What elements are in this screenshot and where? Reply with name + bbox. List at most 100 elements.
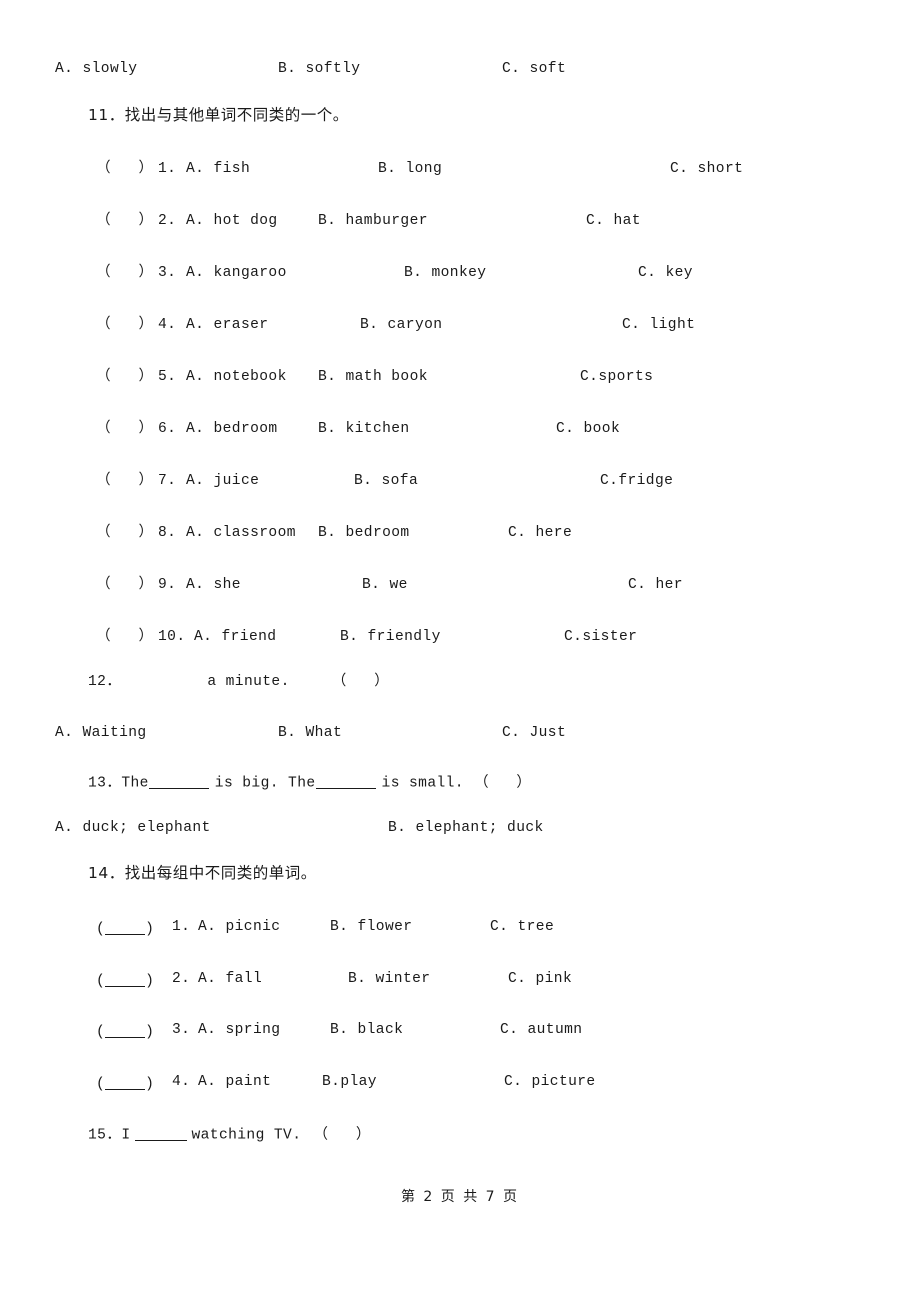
q10-option-b: B. softly [278,61,361,77]
q14-heading: 14．找出每组中不同类的单词。 [88,864,317,882]
q14-item-2-index: 2. [172,971,191,987]
q11-item-10-option-a[interactable]: A. friend [194,630,276,645]
q13-answer-paren[interactable]: （ ） [474,776,531,792]
q11-item-7-paren[interactable]: （ ） [96,474,153,489]
q14-item-2-option-b[interactable]: B. winter [348,972,430,987]
q14-item-3-option-b[interactable]: B. black [330,1023,403,1038]
q14-item-1-option-b[interactable]: B. flower [330,920,412,935]
q11-item-7-index: 7. [158,473,177,489]
q14-item-1-paren[interactable]: () [96,920,154,937]
q11-item-10-option-b[interactable]: B. friendly [340,630,441,645]
q15-stem: 15．I watching TV. （ ） [88,1126,371,1143]
q11-item-8-option-b[interactable]: B. bedroom [318,526,410,541]
q11-item-3-paren[interactable]: （ ） [96,266,153,281]
q14-item-4-answer-blank[interactable] [105,1075,146,1090]
q14-item-3-option-c[interactable]: C. autumn [500,1023,582,1038]
q13-part1: The [121,775,149,792]
q11-item-6-option-a[interactable]: A. bedroom [186,422,278,437]
q11-item-3-option-b[interactable]: B. monkey [404,266,486,281]
q12-stem: 12． a minute. （ ） [88,675,389,690]
q11-item-5-option-a[interactable]: A. notebook [186,370,287,385]
q14-item-1-option-c[interactable]: C. tree [490,920,554,935]
q13-number: 13． [88,775,122,792]
q13-option-a[interactable]: A. duck; elephant [55,821,211,836]
q11-item-2-index: 2. [158,213,177,229]
q11-item-9-option-b[interactable]: B. we [362,578,408,593]
q11-item-5-option-b[interactable]: B. math book [318,370,428,385]
q14-prompt: 找出每组中不同类的单词。 [124,864,317,882]
q13-option-b[interactable]: B. elephant; duck [388,821,544,836]
q11-item-1-option-c[interactable]: C. short [670,162,743,177]
q13-blank-2[interactable] [315,774,376,789]
q14-item-2-option-a[interactable]: A. fall [198,972,262,987]
q11-item-1-option-a[interactable]: A. fish [186,162,250,177]
q14-item-1-index: 1. [172,919,191,935]
q12-text: a minute. [207,674,290,690]
q12-number: 12． [88,674,122,690]
q14-item-2-option-c[interactable]: C. pink [508,972,572,987]
q12-option-a[interactable]: A. Waiting [55,726,147,741]
q11-item-9-option-a[interactable]: A. she [186,578,241,593]
q11-item-2-option-c[interactable]: C. hat [586,214,641,229]
q14-item-4-index: 4. [172,1074,191,1090]
q10-option-c: C. soft [502,61,567,77]
q11-item-10-index: 10. [158,629,186,645]
q11-item-5-paren[interactable]: （ ） [96,370,153,385]
q11-item-1-index: 1. [158,161,177,177]
q14-item-4-paren[interactable]: () [96,1075,154,1092]
q11-item-4-index: 4. [158,317,177,333]
q13-blank-1[interactable] [148,774,209,789]
q11-item-9-option-c[interactable]: C. her [628,578,683,593]
q12-option-b[interactable]: B. What [278,726,342,741]
q12-answer-paren[interactable]: （ ） [332,674,389,690]
q14-item-3-paren[interactable]: () [96,1023,154,1040]
q11-item-6-option-b[interactable]: B. kitchen [318,422,410,437]
exam-page: A. slowly B. softly C. soft 11．找出与其他单词不同… [0,0,920,1302]
q14-number: 14． [88,864,125,882]
q15-part1: I [121,1127,131,1144]
q15-blank[interactable] [135,1126,188,1141]
q11-item-4-option-b[interactable]: B. caryon [360,318,442,333]
q14-item-3-option-a[interactable]: A. spring [198,1023,280,1038]
q11-item-2-paren[interactable]: （ ） [96,214,153,229]
q14-item-2-answer-blank[interactable] [105,972,146,987]
q14-item-2-paren[interactable]: () [96,972,154,989]
q11-item-1-paren[interactable]: （ ） [96,162,153,177]
q11-item-2-option-a[interactable]: A. hot dog [186,214,278,229]
q11-item-7-option-a[interactable]: A. juice [186,474,259,489]
q11-item-4-paren[interactable]: （ ） [96,318,153,333]
q11-item-8-option-c[interactable]: C. here [508,526,572,541]
q15-answer-paren[interactable]: （ ） [313,1128,370,1144]
q12-option-c[interactable]: C. Just [502,726,566,741]
q13-part3: is small. [381,775,464,792]
q14-item-4-option-b[interactable]: B.play [322,1075,377,1090]
q14-item-3-answer-blank[interactable] [105,1023,146,1038]
q11-item-8-option-a[interactable]: A. classroom [186,526,296,541]
q11-number: 11． [88,106,125,124]
q14-item-1-option-a[interactable]: A. picnic [198,920,280,935]
q14-item-4-option-c[interactable]: C. picture [504,1075,596,1090]
q11-item-6-option-c[interactable]: C. book [556,422,620,437]
q11-item-5-option-c[interactable]: C.sports [580,370,653,385]
q11-prompt: 找出与其他单词不同类的一个。 [124,106,349,124]
q11-item-3-option-c[interactable]: C. key [638,266,693,281]
q11-item-1-option-b[interactable]: B. long [378,162,442,177]
q11-item-9-paren[interactable]: （ ） [96,578,153,593]
q11-item-3-index: 3. [158,265,177,281]
page-footer: 第 2 页 共 7 页 [400,1189,520,1205]
q11-item-3-option-a[interactable]: A. kangaroo [186,266,287,281]
q11-heading: 11．找出与其他单词不同类的一个。 [88,106,349,124]
q11-item-10-paren[interactable]: （ ） [96,630,153,645]
q11-item-10-option-c[interactable]: C.sister [564,630,637,645]
q11-item-7-option-c[interactable]: C.fridge [600,474,673,489]
q11-item-8-paren[interactable]: （ ） [96,526,153,541]
q11-item-4-option-c[interactable]: C. light [622,318,695,333]
q13-stem: 13．The is big. The is small. （ ） [88,774,531,791]
q14-item-4-option-a[interactable]: A. paint [198,1075,271,1090]
q14-item-1-answer-blank[interactable] [105,920,146,935]
q13-part2: is big. The [214,775,316,792]
q11-item-6-paren[interactable]: （ ） [96,422,153,437]
q11-item-2-option-b[interactable]: B. hamburger [318,214,428,229]
q11-item-7-option-b[interactable]: B. sofa [354,474,418,489]
q11-item-4-option-a[interactable]: A. eraser [186,318,268,333]
